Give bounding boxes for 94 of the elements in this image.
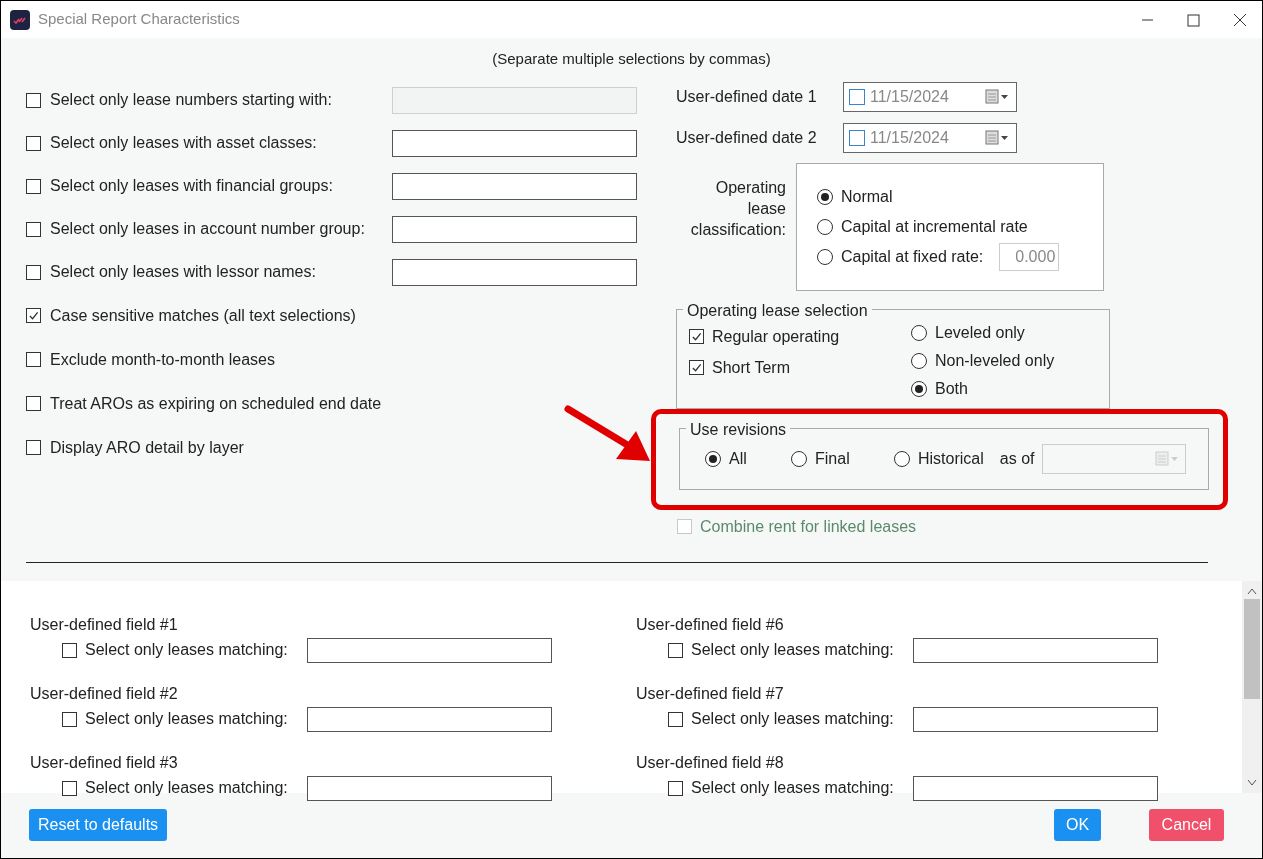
checkbox-label: Regular operating [712, 326, 840, 347]
match-input[interactable] [307, 637, 552, 663]
scroll-up-icon[interactable] [1247, 586, 1257, 595]
radio-button[interactable] [817, 188, 833, 205]
date-picker[interactable]: 11/15/2024 [843, 82, 1017, 112]
filter-label: Select only lease numbers starting with: [50, 90, 333, 110]
filter-input[interactable] [392, 172, 637, 200]
filter-label: Select only leases with asset classes: [50, 133, 318, 153]
ok-button[interactable]: OK [1054, 809, 1101, 842]
radio-label: Both [935, 378, 968, 399]
checkbox-label: Short Term [712, 357, 790, 378]
checkbox-label: Select only leases matching: [85, 709, 289, 729]
match-input[interactable] [913, 637, 1158, 663]
reset-button[interactable]: Reset to defaults [29, 809, 168, 842]
field-title: User-defined field #2 [30, 683, 179, 704]
filter-input[interactable] [392, 129, 637, 157]
field-title: User-defined field #8 [636, 752, 785, 773]
radio-button[interactable] [911, 324, 927, 341]
date-value: 11/15/2024 [870, 128, 949, 148]
filter-label: Treat AROs as expiring on scheduled end date [50, 393, 383, 414]
checkbox[interactable] [668, 711, 683, 727]
match-input[interactable] [913, 706, 1158, 732]
checkbox[interactable] [26, 264, 41, 280]
checkbox[interactable] [62, 711, 77, 727]
scroll-thumb[interactable] [1244, 598, 1260, 699]
radio-label: Normal [841, 186, 893, 207]
field-title: User-defined field #1 [30, 614, 179, 635]
instruction-text: (Separate multiple selections by commas) [492, 49, 771, 69]
checkmark-icon [28, 310, 39, 321]
window-title: Special Report Characteristics [38, 9, 240, 30]
checkbox[interactable] [689, 329, 704, 344]
checkbox-label: Select only leases matching: [691, 709, 895, 729]
radio-button[interactable] [817, 248, 833, 265]
checkbox[interactable] [849, 89, 865, 105]
checkmark-icon [691, 331, 702, 342]
filter-input[interactable] [392, 258, 637, 286]
radio-button[interactable] [911, 352, 927, 369]
checkbox[interactable] [26, 396, 41, 411]
checkbox-label: Select only leases matching: [85, 778, 289, 798]
filter-label: Select only leases in account number group: [50, 219, 366, 239]
radio-button[interactable] [817, 218, 833, 235]
date-value: 11/15/2024 [870, 87, 949, 107]
checkbox[interactable] [26, 352, 41, 367]
scrollbar[interactable] [1242, 580, 1262, 793]
as-of-label: as of [999, 449, 1035, 469]
radio-button[interactable] [911, 380, 927, 397]
checkbox[interactable] [26, 308, 41, 323]
checkbox[interactable] [62, 780, 77, 796]
checkbox[interactable] [668, 642, 683, 658]
field-title: User-defined field #6 [636, 614, 785, 635]
filter-label: Display ARO detail by layer [50, 437, 245, 458]
match-input[interactable] [307, 775, 552, 801]
radio-button[interactable] [894, 451, 910, 467]
scroll-down-icon[interactable] [1247, 778, 1257, 787]
checkmark-icon [691, 362, 702, 373]
filter-label: Select only leases with financial groups: [50, 176, 334, 196]
classification-label: Operating lease classification: [689, 177, 787, 240]
filter-input[interactable] [392, 215, 637, 243]
filter-label: Select only leases with lessor names: [50, 262, 317, 282]
checkbox-label: Combine rent for linked leases [700, 516, 917, 537]
radio-label: Capital at incremental rate [841, 216, 1028, 237]
radio-button[interactable] [705, 451, 721, 467]
checkbox[interactable] [26, 440, 41, 455]
checkbox[interactable] [62, 642, 77, 658]
match-input[interactable] [307, 706, 552, 732]
radio-label: Non-leveled only [935, 350, 1055, 371]
filter-label: Exclude month-to-month leases [50, 349, 276, 370]
checkbox-label: Select only leases matching: [691, 778, 895, 798]
match-input[interactable] [913, 775, 1158, 801]
checkbox[interactable] [26, 221, 41, 237]
radio-label: All [729, 449, 747, 469]
checkbox[interactable] [689, 360, 704, 375]
checkbox[interactable] [26, 178, 41, 194]
radio-label: Leveled only [935, 322, 1025, 343]
date-label: User-defined date 1 [676, 87, 818, 107]
field-title: User-defined field #3 [30, 752, 179, 773]
rate-input[interactable]: 0.000 [999, 242, 1060, 271]
checkbox[interactable] [849, 130, 865, 146]
field-title: User-defined field #7 [636, 683, 785, 704]
date-picker[interactable]: 11/15/2024 [843, 123, 1017, 153]
app-logo-icon [10, 9, 30, 30]
checkbox-label: Select only leases matching: [85, 640, 289, 660]
radio-button[interactable] [791, 451, 807, 467]
radio-label: Historical [918, 449, 984, 469]
checkbox[interactable] [668, 780, 683, 796]
calendar-dropdown-icon[interactable] [985, 130, 1011, 146]
calendar-dropdown-icon[interactable] [985, 89, 1011, 105]
checkbox-label: Select only leases matching: [691, 640, 895, 660]
checkbox[interactable] [26, 135, 41, 151]
date-label: User-defined date 2 [676, 128, 818, 148]
filter-label: Case sensitive matches (all text selections) [50, 305, 357, 326]
radio-label: Capital at fixed rate: [841, 246, 984, 267]
cancel-button[interactable]: Cancel [1149, 809, 1224, 842]
radio-label: Final [815, 449, 850, 469]
